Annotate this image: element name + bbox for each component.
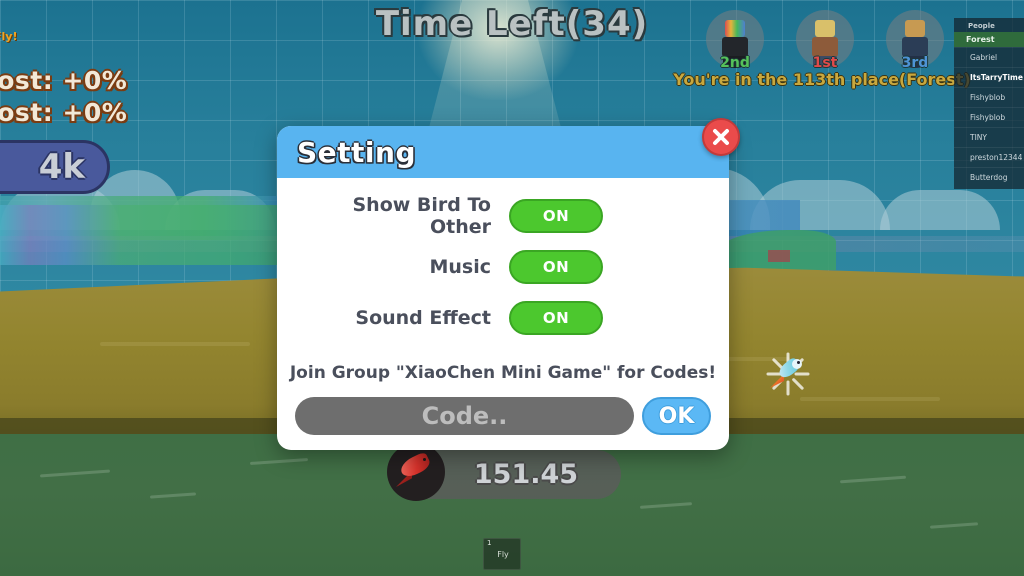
join-group-text: Join Group "XiaoChen Mini Game" for Code… — [289, 363, 717, 383]
boost-stat-1: Boost: +0% — [0, 66, 128, 95]
player-list-item[interactable]: ItsTarryTime — [954, 67, 1024, 87]
setting-label: Sound Effect — [355, 306, 491, 329]
setting-row-music: Music ON — [277, 241, 729, 292]
colored-wall — [0, 205, 300, 265]
code-redeem-row: OK — [277, 383, 729, 435]
player-list-item[interactable]: Butterdog — [954, 167, 1024, 187]
settings-dialog: Setting Show Bird To Other ON Music ON S… — [277, 126, 729, 450]
hotbar-slot-1[interactable]: 1 Fly — [483, 538, 521, 570]
toggle-sound-effect[interactable]: ON — [509, 300, 603, 335]
player-list-item[interactable]: preston12344 — [954, 147, 1024, 167]
close-dialog-button[interactable] — [702, 118, 740, 156]
boost-stat-2: Boost: +0% — [0, 98, 128, 127]
toggle-music[interactable]: ON — [509, 249, 603, 284]
setting-label-wrap: Show Bird To Other — [293, 194, 509, 238]
flying-bird-sprite — [766, 352, 810, 396]
player-list-header: People — [968, 22, 995, 30]
game-screen: Fly! Boost: +0% Boost: +0% 4k Time Left(… — [0, 0, 1024, 576]
distant-hut — [768, 250, 790, 262]
player-list-item[interactable]: Fishyblob — [954, 87, 1024, 107]
setting-label-wrap: Sound Effect — [293, 307, 509, 329]
red-bird-icon — [387, 443, 445, 501]
coin-counter-badge[interactable]: 4k — [0, 140, 110, 194]
player-list-item[interactable]: TINY — [954, 127, 1024, 147]
toggle-state-label: ON — [542, 308, 570, 327]
toggle-show-bird-to-other[interactable]: ON — [509, 198, 603, 233]
podium-slot-1st[interactable]: 1st — [796, 10, 854, 71]
settings-dialog-title: Setting — [297, 135, 416, 169]
podium-rank-3rd: 3rd — [901, 55, 929, 71]
setting-row-sound-effect: Sound Effect ON — [277, 292, 729, 343]
player-list-item[interactable]: Fishyblob — [954, 107, 1024, 127]
player-list-team: Forest — [954, 32, 1024, 47]
code-input[interactable] — [295, 397, 634, 435]
hotbar-slot-number: 1 — [487, 539, 492, 547]
podium-slot-3rd[interactable]: 3rd — [886, 10, 944, 71]
bird-counter: 151.45 — [387, 443, 621, 501]
setting-label-wrap: Music — [293, 256, 509, 278]
coin-amount: 4k — [38, 147, 85, 187]
ok-button[interactable]: OK — [642, 397, 711, 435]
podium-rank-1st: 1st — [812, 55, 838, 71]
setting-label: Show Bird To Other — [352, 193, 491, 238]
setting-label: Music — [429, 255, 491, 278]
podium-slot-2nd[interactable]: 2nd — [706, 10, 764, 71]
podium-rank-2nd: 2nd — [720, 55, 750, 71]
ok-button-label: OK — [658, 403, 695, 429]
player-list-panel[interactable]: People Forest Gabriel ItsTarryTime Fishy… — [954, 18, 1024, 189]
toggle-state-label: ON — [542, 257, 570, 276]
player-list-item[interactable]: Gabriel — [954, 47, 1024, 67]
bird-counter-value: 151.45 — [473, 459, 579, 490]
settings-dialog-header: Setting — [277, 126, 729, 178]
toggle-state-label: ON — [542, 206, 570, 225]
close-icon — [713, 129, 729, 145]
setting-row-show-bird: Show Bird To Other ON — [277, 190, 729, 241]
hotbar-slot-label: Fly — [497, 550, 509, 559]
